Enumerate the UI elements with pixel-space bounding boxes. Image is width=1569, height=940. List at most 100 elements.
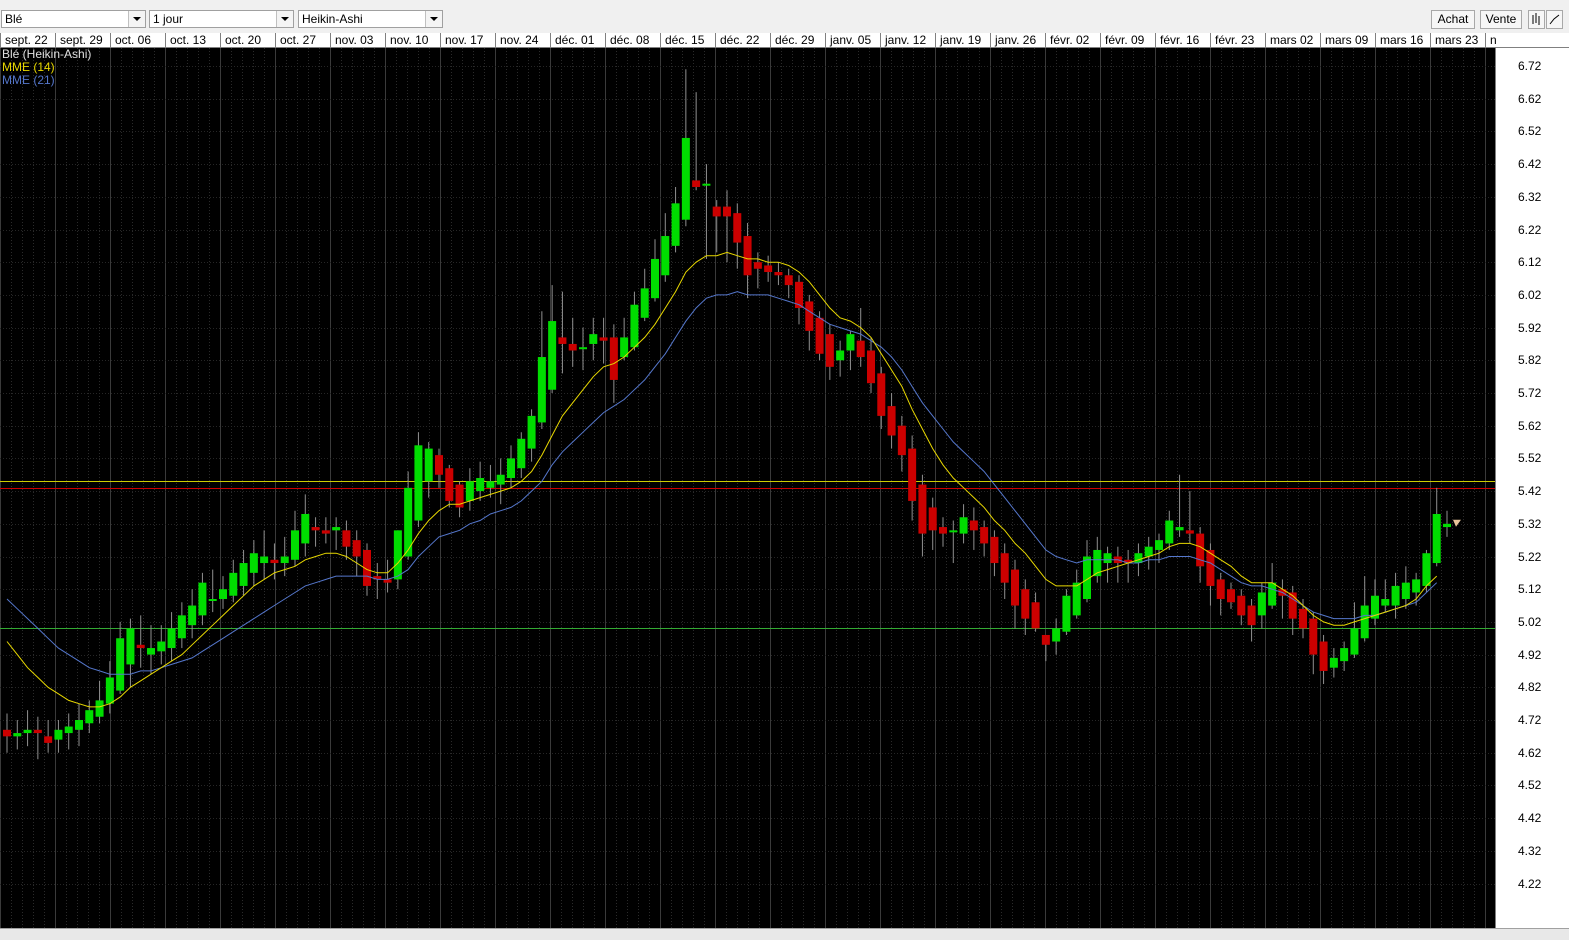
bar-chart-button[interactable] bbox=[1528, 10, 1545, 29]
candle-down bbox=[44, 736, 53, 743]
candle-up bbox=[208, 599, 217, 602]
candle-down bbox=[1227, 589, 1235, 603]
price-axis: 6.72 6.62 6.52 6.42 6.32 6.22 6.12 6.02 5.92 5.82… bbox=[1495, 48, 1569, 928]
date-label: déc. 08 bbox=[605, 33, 660, 47]
price-label: 5.42 bbox=[1518, 484, 1542, 499]
price-label: 6.02 bbox=[1518, 287, 1542, 302]
candle-up bbox=[476, 478, 485, 492]
candle-down bbox=[1041, 634, 1050, 645]
candle-up bbox=[64, 726, 73, 734]
price-label: 6.52 bbox=[1518, 124, 1542, 139]
candle-up bbox=[188, 605, 197, 626]
date-label: mars 23 bbox=[1430, 33, 1485, 47]
candle-up bbox=[85, 710, 94, 724]
candle-down bbox=[908, 448, 917, 501]
price-label: 6.72 bbox=[1518, 59, 1542, 73]
candle-down bbox=[270, 559, 279, 564]
candle-up bbox=[630, 304, 639, 348]
price-label: 6.32 bbox=[1518, 189, 1542, 204]
line-chart-icon bbox=[1549, 14, 1560, 25]
date-label: janv. 26 bbox=[990, 33, 1045, 47]
date-label: mars 02 bbox=[1265, 33, 1320, 47]
candle-up bbox=[1381, 599, 1390, 606]
candle-up bbox=[424, 448, 433, 482]
chart-style-select[interactable]: Heikin-Ashi bbox=[298, 10, 443, 28]
candle-down bbox=[33, 729, 42, 734]
buy-button[interactable]: Achat bbox=[1431, 10, 1475, 29]
candle-down bbox=[733, 213, 742, 243]
date-label: sept. 22 bbox=[0, 33, 55, 47]
candle-up bbox=[1360, 605, 1369, 639]
candle-up bbox=[239, 563, 248, 586]
candle-up bbox=[1155, 540, 1163, 550]
candle-down bbox=[825, 334, 834, 367]
candle-up bbox=[681, 137, 690, 220]
price-label: 5.62 bbox=[1518, 418, 1542, 433]
candle-up bbox=[301, 513, 310, 544]
candle-up bbox=[651, 258, 659, 299]
candle-up bbox=[836, 350, 845, 361]
candle-down bbox=[1216, 579, 1225, 600]
chart-area[interactable]: Blé (Heikin-Ashi) MME (14) MME (21) bbox=[0, 48, 1495, 928]
price-label: 5.72 bbox=[1518, 386, 1542, 400]
line-chart-button[interactable] bbox=[1546, 10, 1563, 29]
candle-up bbox=[1350, 628, 1359, 655]
price-label: 4.22 bbox=[1518, 876, 1542, 891]
candle-up bbox=[1268, 582, 1277, 606]
candle-up bbox=[486, 481, 495, 488]
price-label: 5.92 bbox=[1518, 320, 1542, 335]
candle-up bbox=[147, 648, 155, 655]
candle-down bbox=[877, 373, 886, 416]
chart-style-select-value: Heikin-Ashi bbox=[302, 12, 363, 26]
price-label: 5.82 bbox=[1518, 353, 1542, 368]
instrument-select[interactable]: Blé bbox=[1, 10, 146, 28]
candle-down bbox=[1299, 608, 1307, 629]
price-label: 4.42 bbox=[1518, 811, 1542, 826]
candle-down bbox=[815, 317, 824, 354]
candle-up bbox=[1432, 513, 1441, 564]
chevron-down-icon[interactable] bbox=[276, 11, 293, 27]
sell-button[interactable]: Vente bbox=[1480, 10, 1522, 29]
period-select[interactable]: 1 jour bbox=[149, 10, 294, 28]
candle-down bbox=[723, 206, 731, 217]
candle-up bbox=[496, 474, 505, 485]
candle-up bbox=[126, 628, 135, 665]
date-label: févr. 02 bbox=[1045, 33, 1100, 47]
candle-up bbox=[589, 334, 598, 344]
chevron-down-icon[interactable] bbox=[128, 11, 145, 27]
candle-up bbox=[579, 347, 587, 350]
candle-down bbox=[918, 484, 927, 534]
candle-down bbox=[887, 406, 896, 436]
candle-up bbox=[507, 458, 515, 479]
price-label: 4.32 bbox=[1518, 843, 1542, 858]
date-label: mars 16 bbox=[1375, 33, 1430, 47]
candle-down bbox=[568, 343, 577, 351]
period-select-value: 1 jour bbox=[153, 12, 184, 26]
candle-down bbox=[1011, 569, 1019, 606]
candle-down bbox=[928, 507, 937, 531]
price-label: 4.62 bbox=[1518, 745, 1542, 760]
candle-down bbox=[3, 729, 11, 737]
date-label: sept. 29 bbox=[55, 33, 110, 47]
candle-up bbox=[1329, 657, 1338, 668]
candle-down bbox=[136, 644, 145, 649]
price-label: 5.52 bbox=[1518, 451, 1542, 466]
candle-down bbox=[784, 275, 793, 286]
price-label: 6.62 bbox=[1518, 91, 1542, 106]
date-label: nov. 17 bbox=[440, 33, 495, 47]
candle-up bbox=[198, 582, 207, 616]
candle-up bbox=[116, 638, 125, 691]
candle-up bbox=[1401, 582, 1410, 600]
candle-down bbox=[1247, 605, 1256, 626]
candle-up bbox=[1412, 579, 1421, 593]
date-label: déc. 15 bbox=[660, 33, 715, 47]
date-label: janv. 12 bbox=[880, 33, 935, 47]
candle-down bbox=[342, 530, 351, 547]
candle-down bbox=[352, 540, 361, 557]
candle-down bbox=[1031, 602, 1040, 629]
candle-down bbox=[1237, 595, 1246, 616]
candle-up bbox=[959, 517, 968, 534]
chevron-down-icon[interactable] bbox=[425, 11, 442, 27]
candle-up bbox=[1052, 628, 1061, 642]
candle-up bbox=[1257, 592, 1266, 616]
